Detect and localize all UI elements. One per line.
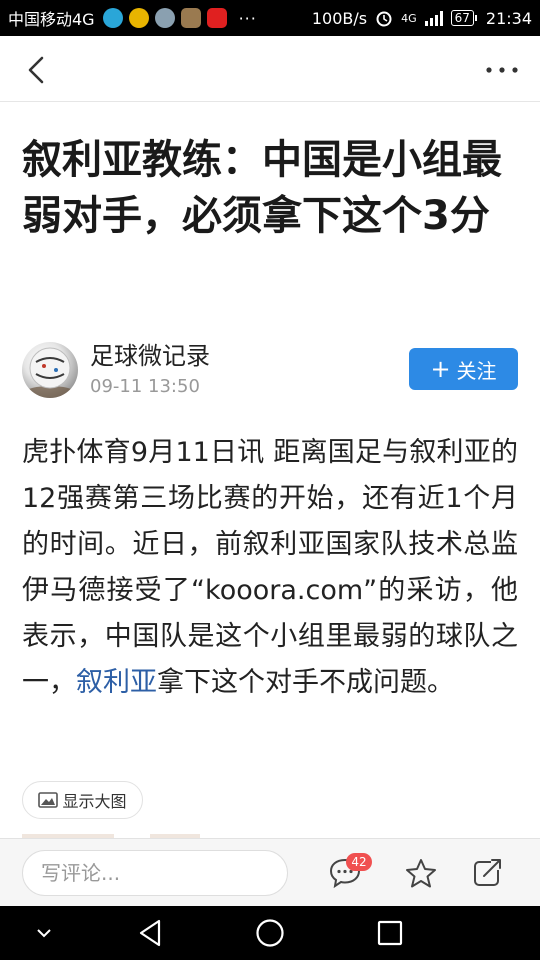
triangle-back-icon — [139, 919, 161, 947]
carrier-label: 中国移动4G — [8, 10, 95, 29]
show-image-label: 显示大图 — [62, 792, 127, 811]
body-text-end: 拿下这个对手不成问题。 — [157, 667, 454, 698]
more-button[interactable] — [482, 52, 522, 88]
author-name[interactable]: 足球微记录 — [90, 340, 210, 372]
share-icon — [474, 859, 501, 886]
plus-icon: + — [430, 355, 451, 383]
star-icon — [406, 859, 436, 888]
battery-icon: 67 — [450, 10, 478, 26]
back-button[interactable] — [18, 52, 54, 88]
system-nav-bar — [0, 906, 540, 960]
action-bar: 写评论... 42 — [0, 838, 540, 906]
toutiao-app-icon — [206, 8, 227, 28]
author-avatar[interactable] — [22, 342, 78, 398]
alarm-icon — [376, 11, 392, 27]
moon-app-icon — [102, 8, 123, 28]
more-notifications-icon: ··· — [238, 8, 257, 28]
favorite-button[interactable] — [402, 854, 440, 892]
net-speed: 100B/s — [311, 8, 368, 28]
signal-icon — [424, 10, 443, 26]
share-button[interactable] — [468, 854, 506, 892]
show-image-button[interactable]: 显示大图 — [22, 781, 143, 819]
clock: 21:34 — [485, 8, 532, 28]
hide-nav-button[interactable] — [26, 916, 62, 950]
comment-input[interactable]: 写评论... — [22, 850, 288, 896]
comment-count-badge: 42 — [346, 853, 372, 871]
chevron-left-icon — [28, 56, 44, 84]
article-body: 虎扑体育9月11日讯 距离国足与叙利亚的12强赛第三场比赛的开始，还有近1个月的… — [22, 430, 518, 706]
network-type: 4G — [401, 11, 417, 25]
circle-home-icon — [256, 919, 284, 947]
top-nav — [0, 36, 540, 102]
topic-link[interactable]: 叙利亚 — [76, 667, 157, 698]
bag-app-icon — [180, 8, 201, 28]
status-bar: 中国移动4G ··· 100B/s 4G 67 21:34 — [0, 0, 540, 36]
football-avatar — [26, 347, 74, 398]
image-icon — [38, 792, 59, 808]
follow-button[interactable]: + 关注 — [409, 348, 518, 390]
publish-time: 09-11 13:50 — [90, 376, 200, 397]
follow-label: 关注 — [456, 358, 497, 383]
square-recents-icon — [377, 920, 403, 946]
chevron-down-icon — [37, 929, 51, 938]
system-back-button[interactable] — [132, 916, 168, 950]
more-horizontal-icon — [486, 67, 518, 73]
article-title: 叙利亚教练：中国是小组最弱对手，必须拿下这个3分 — [22, 137, 502, 239]
system-recents-button[interactable] — [372, 916, 408, 950]
notification-icons: ··· — [102, 8, 257, 28]
system-home-button[interactable] — [252, 916, 288, 950]
avatar-app-icon — [154, 8, 175, 28]
ball-app-icon — [128, 8, 149, 28]
body-text-main: 虎扑体育9月11日讯 距离国足与叙利亚的12强赛第三场比赛的开始，还有近1个月的… — [22, 437, 518, 698]
